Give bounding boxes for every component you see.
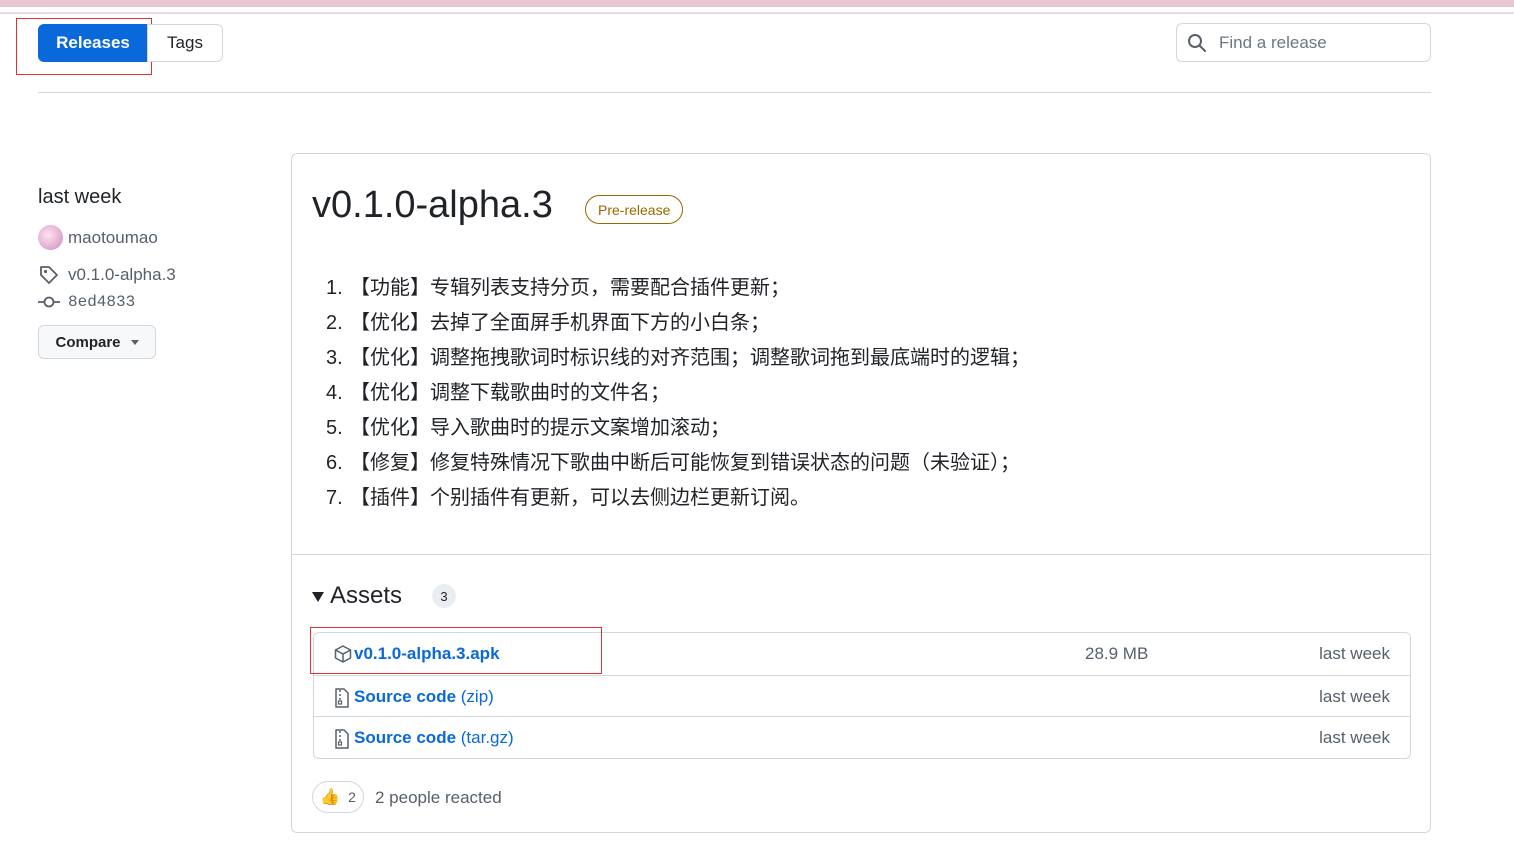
asset-format[interactable]: (tar.gz): [456, 728, 514, 747]
list-item: 4. 【优化】调整下载歌曲时的文件名；: [326, 376, 1030, 411]
tag-name[interactable]: v0.1.0-alpha.3: [68, 265, 176, 285]
list-item: 3. 【优化】调整拖拽歌词时标识线的对齐范围；调整歌词拖到最底端时的逻辑；: [326, 341, 1030, 376]
assets-count-badge: 3: [432, 584, 457, 608]
list-item-number: 5.: [326, 417, 343, 439]
apk-highlight-box: [310, 627, 602, 674]
commit-hash[interactable]: 8ed4833: [68, 293, 135, 311]
asset-row: Source code (tar.gz) last week: [314, 716, 1410, 759]
asset-name[interactable]: Source code: [354, 728, 456, 747]
assets-title: Assets: [330, 582, 403, 609]
list-item-number: 2.: [326, 312, 343, 334]
release-search-field[interactable]: [1176, 23, 1431, 62]
list-item: 7. 【插件】个别插件有更新，可以去侧边栏更新订阅。: [326, 481, 1030, 516]
thumbs-up-reaction-button[interactable]: 👍 2: [312, 781, 364, 813]
list-item-number: 7.: [326, 487, 343, 509]
commit-row[interactable]: 8ed4833: [38, 293, 135, 311]
list-item-text: 【优化】调整拖拽歌词时标识线的对齐范围；调整歌词拖到最底端时的逻辑；: [350, 347, 1030, 369]
release-notes: 1. 【功能】专辑列表支持分页，需要配合插件更新； 2. 【优化】去掉了全面屏手机界…: [326, 271, 1030, 516]
triangle-down-icon: [312, 592, 324, 602]
list-item-text: 【优化】导入歌曲时的提示文案增加滚动；: [350, 417, 730, 439]
release-card: v0.1.0-alpha.3 Pre-release 1. 【功能】专辑列表支持分…: [291, 153, 1431, 833]
file-zip-icon: [335, 688, 349, 708]
asset-date: last week: [1319, 644, 1390, 663]
reaction-count: 2: [348, 789, 356, 805]
compare-button[interactable]: Compare: [38, 325, 156, 359]
author-name[interactable]: maotoumao: [68, 228, 158, 248]
header-divider: [38, 92, 1431, 93]
file-zip-icon: [335, 729, 349, 749]
list-item: 5. 【优化】导入歌曲时的提示文案增加滚动；: [326, 411, 1030, 446]
card-divider: [292, 554, 1430, 555]
top-strip: [0, 0, 1514, 7]
list-item: 1. 【功能】专辑列表支持分页，需要配合插件更新；: [326, 271, 1030, 306]
list-item-number: 3.: [326, 347, 343, 369]
search-icon: [1188, 33, 1206, 52]
thumbs-up-icon: 👍: [320, 789, 341, 806]
list-item-text: 【优化】调整下载歌曲时的文件名；: [350, 382, 670, 404]
release-title[interactable]: v0.1.0-alpha.3: [312, 184, 553, 227]
tag-icon: [40, 266, 58, 284]
compare-label: Compare: [55, 333, 121, 351]
avatar[interactable]: [38, 225, 63, 250]
chevron-down-icon: [130, 339, 139, 345]
asset-date: last week: [1319, 728, 1390, 747]
list-item-number: 1.: [326, 277, 343, 299]
asset-name[interactable]: Source code: [354, 687, 456, 706]
list-item-text: 【插件】个别插件有更新，可以去侧边栏更新订阅。: [350, 487, 810, 509]
asset-link-source-targz[interactable]: Source code (tar.gz): [354, 728, 514, 748]
tags-tab-button[interactable]: Tags: [147, 24, 223, 62]
list-item-number: 4.: [326, 382, 343, 404]
asset-link-source-zip[interactable]: Source code (zip): [354, 687, 494, 707]
release-date: last week: [38, 186, 122, 208]
list-item-text: 【优化】去掉了全面屏手机界面下方的小白条；: [350, 312, 770, 334]
search-input[interactable]: [1217, 31, 1411, 54]
tag-row[interactable]: v0.1.0-alpha.3: [38, 264, 176, 286]
list-item: 6. 【修复】修复特殊情况下歌曲中断后可能恢复到错误状态的问题（未验证）；: [326, 446, 1030, 481]
asset-size: 28.9 MB: [1085, 644, 1149, 663]
asset-row: Source code (zip) last week: [314, 675, 1410, 718]
list-item-text: 【修复】修复特殊情况下歌曲中断后可能恢复到错误状态的问题（未验证）；: [350, 452, 1020, 474]
assets-toggle[interactable]: Assets 3: [312, 582, 457, 610]
asset-date: last week: [1319, 687, 1390, 706]
list-item-text: 【功能】专辑列表支持分页，需要配合插件更新；: [350, 277, 790, 299]
reactions-summary: 2 people reacted: [375, 788, 502, 807]
asset-format[interactable]: (zip): [456, 687, 494, 706]
author-row[interactable]: maotoumao: [38, 225, 158, 250]
list-item: 2. 【优化】去掉了全面屏手机界面下方的小白条；: [326, 306, 1030, 341]
top-strip-line: [0, 12, 1514, 14]
releases-tab-button[interactable]: Releases: [38, 24, 148, 62]
prerelease-badge: Pre-release: [585, 195, 684, 224]
commit-icon: [38, 296, 60, 308]
list-item-number: 6.: [326, 452, 343, 474]
